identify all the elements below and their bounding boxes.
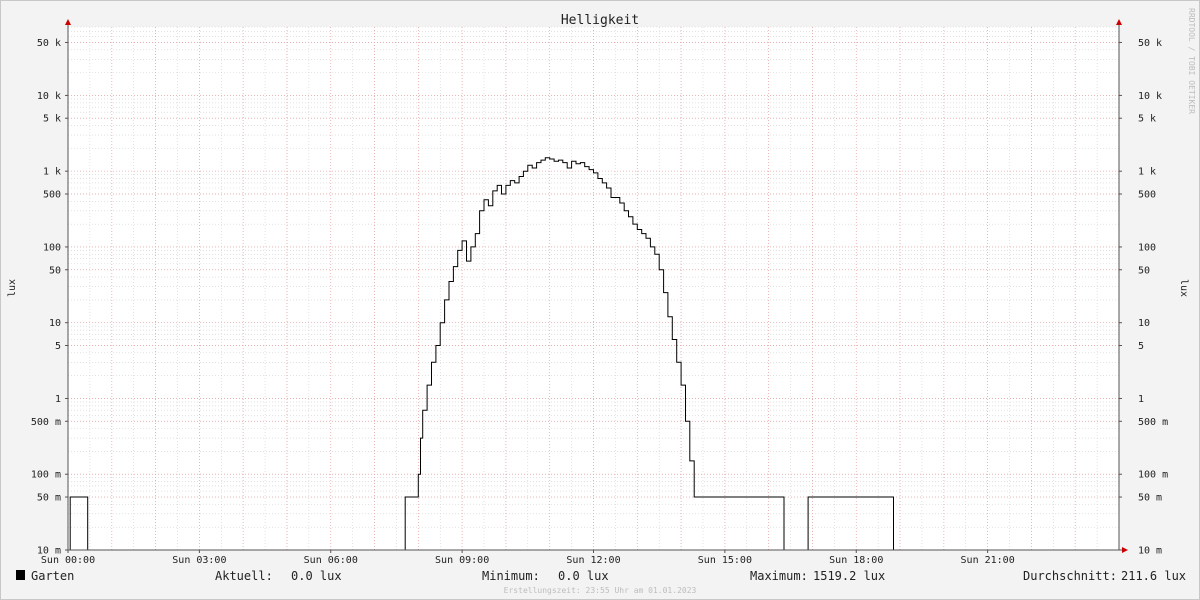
legend-avg-label: Durchschnitt: bbox=[1023, 569, 1117, 583]
watermark: RRDTOOL / TOBI OETIKER bbox=[1187, 8, 1196, 114]
y-axis-label-left: lux bbox=[7, 279, 18, 297]
y-tick-label-right: 500 m bbox=[1138, 417, 1168, 428]
y-tick-label-left: 5 bbox=[55, 341, 61, 352]
y-tick-label-right: 1 k bbox=[1138, 167, 1156, 178]
legend-series-name: Garten bbox=[31, 569, 74, 583]
y-tick-label-right: 5 k bbox=[1138, 114, 1156, 125]
legend-swatch bbox=[16, 570, 25, 580]
y-tick-label-left: 10 k bbox=[37, 91, 61, 102]
y-tick-label-left: 50 m bbox=[37, 493, 61, 504]
y-tick-label-left: 1 bbox=[55, 394, 61, 405]
y-tick-label-right: 50 k bbox=[1138, 38, 1162, 49]
y-tick-label-left: 500 bbox=[43, 189, 61, 200]
y-tick-label-left: 10 bbox=[49, 318, 61, 329]
legend-maximum-value: 1519.2 lux bbox=[813, 569, 885, 583]
y-ticks-right: 10 m 50 m 100 m 500 m 1 5 10 50 100 500 1 k 5 k 10 k… bbox=[1138, 38, 1168, 557]
y-tick-label-right: 100 m bbox=[1138, 470, 1168, 481]
x-tick-label: Sun 18:00 bbox=[829, 555, 883, 566]
y-tick-label-right: 5 bbox=[1138, 341, 1144, 352]
footer-timestamp: Erstellungszeit: 23:55 Uhr am 01.01.2023 bbox=[504, 586, 697, 595]
brightness-chart: 10 m 50 m 100 m 500 m 1 5 10 50 100 500 1 k 5 k 10 k… bbox=[7, 8, 1196, 595]
y-tick-label-right: 50 bbox=[1138, 265, 1150, 276]
x-tick-label: Sun 06:00 bbox=[304, 555, 358, 566]
legend-aktuell-label: Aktuell: bbox=[215, 569, 273, 583]
legend-avg-value: 211.6 lux bbox=[1121, 569, 1186, 583]
y-tick-label-right: 10 bbox=[1138, 318, 1150, 329]
y-tick-label-right: 1 bbox=[1138, 394, 1144, 405]
y-tick-label-right: 10 m bbox=[1138, 546, 1162, 557]
y-tick-label-left: 500 m bbox=[31, 417, 61, 428]
x-axis-arrow bbox=[1122, 547, 1128, 553]
x-tick-label: Sun 12:00 bbox=[566, 555, 620, 566]
x-ticks: Sun 00:00 Sun 03:00 Sun 06:00 Sun 09:00 Sun … bbox=[41, 555, 1015, 566]
x-tick-label: Sun 03:00 bbox=[172, 555, 226, 566]
chart-frame: 10 m 50 m 100 m 500 m 1 5 10 50 100 500 1 k 5 k 10 k… bbox=[0, 0, 1200, 600]
x-tick-label: Sun 15:00 bbox=[698, 555, 752, 566]
chart-title: Helligkeit bbox=[561, 13, 639, 28]
y-axis-right-arrow bbox=[1116, 19, 1122, 25]
y-axis-left-arrow bbox=[65, 19, 71, 25]
y-axis-label-right: lux bbox=[1178, 279, 1189, 297]
legend-minimum-label: Minimum: bbox=[482, 569, 540, 583]
y-tick-label-left: 100 bbox=[43, 242, 61, 253]
y-tick-label-left: 1 k bbox=[43, 167, 61, 178]
y-tick-label-right: 500 bbox=[1138, 189, 1156, 200]
x-tick-label: Sun 21:00 bbox=[961, 555, 1015, 566]
y-ticks-left: 10 m50 m100 m500 m1510501005001 k5 k10 k… bbox=[31, 38, 61, 557]
y-tick-label-left: 100 m bbox=[31, 470, 61, 481]
legend-minimum-value: 0.0 lux bbox=[558, 569, 609, 583]
y-tick-label-right: 10 k bbox=[1138, 91, 1162, 102]
y-tick-label-left: 50 bbox=[49, 265, 61, 276]
x-tick-label: Sun 09:00 bbox=[435, 555, 489, 566]
y-tick-label-right: 100 bbox=[1138, 242, 1156, 253]
y-tick-label-left: 50 k bbox=[37, 38, 61, 49]
y-tick-label-right: 50 m bbox=[1138, 493, 1162, 504]
legend-aktuell-value: 0.0 lux bbox=[291, 569, 342, 583]
x-tick-label: Sun 00:00 bbox=[41, 555, 95, 566]
y-tick-label-left: 5 k bbox=[43, 114, 61, 125]
legend-maximum-label: Maximum: bbox=[750, 569, 808, 583]
